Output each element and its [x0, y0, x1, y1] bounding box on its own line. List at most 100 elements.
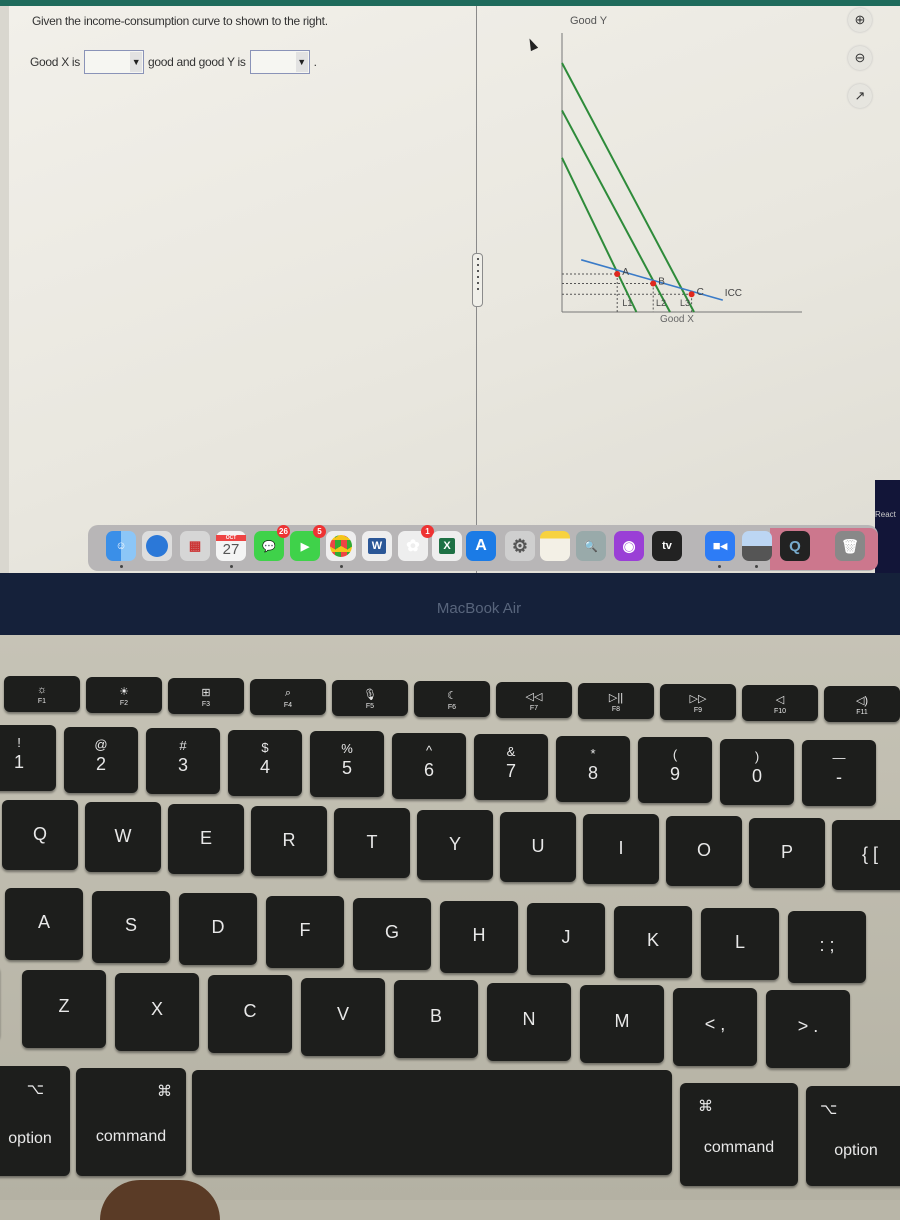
- key-f2[interactable]: ☀ F2: [86, 677, 162, 713]
- facetime-icon[interactable]: ▶ 5: [290, 525, 326, 561]
- image-preview-icon[interactable]: [742, 531, 772, 561]
- good-x-dropdown[interactable]: ▼: [84, 50, 144, 74]
- key-char: W: [114, 826, 132, 846]
- key-f8[interactable]: ▷|| F8: [578, 683, 654, 719]
- key-f10[interactable]: ◁ F10: [742, 685, 818, 721]
- key-right-option[interactable]: ⌥ option: [806, 1086, 900, 1186]
- word-icon[interactable]: W: [362, 531, 392, 561]
- key-char: 0: [751, 765, 762, 786]
- good-y-dropdown[interactable]: ▼: [249, 50, 310, 74]
- key-7[interactable]: & 7: [474, 734, 548, 800]
- finder-icon[interactable]: ☺: [106, 531, 136, 561]
- apple-tv-icon[interactable]: tv: [652, 531, 682, 561]
- key-f[interactable]: F: [266, 895, 344, 968]
- launchpad-icon[interactable]: ▦: [180, 531, 210, 561]
- key-char: F: [299, 919, 311, 940]
- key-b[interactable]: B: [394, 980, 478, 1058]
- fkey-symbol: ◁): [855, 695, 869, 707]
- key-f4[interactable]: ⌕ F4: [250, 679, 326, 715]
- trash-icon[interactable]: 🗑: [835, 531, 865, 561]
- key-s[interactable]: S: [92, 890, 170, 963]
- key-shift-char: (: [672, 747, 678, 762]
- key-p[interactable]: P: [749, 818, 825, 888]
- key-q[interactable]: Q: [2, 800, 78, 870]
- fkey-label: F11: [856, 709, 868, 716]
- key-f3[interactable]: ⊞ F3: [168, 678, 244, 714]
- key-<[interactable]: < ,: [673, 987, 757, 1066]
- system-preferences-icon[interactable]: ⚙: [505, 531, 535, 561]
- zoom-app-icon[interactable]: ■◂: [705, 531, 735, 561]
- fkey-symbol: 🎙: [363, 689, 377, 701]
- photos-icon[interactable]: ✿ 1: [398, 525, 434, 561]
- key-8[interactable]: * 8: [556, 735, 630, 802]
- key-2[interactable]: @2: [64, 726, 138, 793]
- facetime-badge: 5: [313, 525, 326, 538]
- key-right-command[interactable]: ⌘ command: [680, 1083, 798, 1186]
- podcasts-icon[interactable]: ◉: [614, 531, 644, 561]
- key-f5[interactable]: 🎙 F5: [332, 680, 408, 716]
- key--[interactable]: — -: [802, 740, 876, 806]
- key-k[interactable]: K: [614, 905, 692, 978]
- key-h[interactable]: H: [440, 900, 518, 973]
- zoom-out-icon[interactable]: ⊖: [848, 46, 872, 70]
- calendar-icon[interactable]: OCT 27: [216, 531, 246, 561]
- key-n[interactable]: N: [487, 982, 571, 1061]
- key-char: I: [618, 838, 624, 858]
- end-text: .: [313, 55, 317, 69]
- chrome-icon[interactable]: [326, 531, 356, 561]
- key-w[interactable]: W: [85, 802, 161, 872]
- key-m[interactable]: M: [580, 985, 664, 1063]
- key-y[interactable]: Y: [417, 810, 493, 880]
- key-f1[interactable]: ☼ F1: [4, 676, 80, 712]
- key-left-command[interactable]: ⌘ command: [76, 1068, 186, 1176]
- key-6[interactable]: ^ 6: [392, 732, 466, 799]
- key-1[interactable]: ! 1: [0, 725, 56, 791]
- key-f6[interactable]: ☾ F6: [414, 681, 490, 717]
- dropdown-arrow-icon[interactable]: ▼: [130, 52, 142, 72]
- key-char: { [: [861, 844, 878, 864]
- key-g[interactable]: G: [353, 898, 431, 970]
- safari-icon[interactable]: [142, 531, 172, 561]
- key-d[interactable]: D: [179, 893, 257, 965]
- dropdown-arrow-icon[interactable]: ▼: [295, 52, 308, 72]
- key-left-option[interactable]: ⌥ option: [0, 1066, 70, 1176]
- quicktime-icon[interactable]: Q: [780, 531, 810, 561]
- notes-icon[interactable]: [540, 531, 570, 561]
- key-{[interactable]: { [: [832, 820, 900, 890]
- preview-icon[interactable]: 🔍: [576, 531, 606, 561]
- popout-icon[interactable]: ↗: [848, 84, 872, 108]
- key-9[interactable]: (9: [638, 737, 712, 803]
- key-r[interactable]: R: [251, 806, 327, 876]
- key-z[interactable]: Z: [22, 970, 106, 1048]
- key-f9[interactable]: ▷▷ F9: [660, 684, 736, 720]
- key-f11[interactable]: ◁) F11: [824, 686, 900, 722]
- key-x[interactable]: X: [115, 972, 199, 1051]
- key-o[interactable]: O: [666, 816, 742, 886]
- mouse-cursor-icon: [525, 36, 539, 52]
- point-a: [614, 271, 621, 278]
- excel-icon[interactable]: X: [432, 531, 462, 561]
- key-c[interactable]: C: [208, 975, 292, 1053]
- messages-icon[interactable]: 💬 26: [254, 525, 290, 561]
- key-t[interactable]: T: [334, 808, 410, 878]
- key-:[interactable]: : ;: [788, 910, 866, 983]
- app-store-icon[interactable]: A: [466, 531, 496, 561]
- key-4[interactable]: $4: [228, 729, 302, 796]
- key-l[interactable]: L: [701, 908, 779, 980]
- pane-resize-handle[interactable]: [472, 253, 483, 307]
- zoom-in-icon[interactable]: ⊕: [848, 8, 872, 32]
- key-5[interactable]: % 5: [310, 731, 384, 797]
- key-f7[interactable]: ◁◁ F7: [496, 682, 572, 718]
- key-a[interactable]: A: [5, 888, 83, 960]
- key-i[interactable]: I: [583, 814, 659, 884]
- key->[interactable]: > .: [766, 990, 850, 1068]
- key-j[interactable]: J: [527, 903, 605, 975]
- key-space[interactable]: [192, 1070, 672, 1175]
- key-u[interactable]: U: [500, 812, 576, 882]
- key-shift-char: ): [754, 748, 760, 764]
- key-3[interactable]: #3: [146, 728, 220, 794]
- key-shift-char: &: [506, 744, 516, 759]
- key-0[interactable]: ) 0: [720, 738, 794, 805]
- key-e[interactable]: E: [168, 804, 244, 874]
- key-v[interactable]: V: [301, 977, 385, 1056]
